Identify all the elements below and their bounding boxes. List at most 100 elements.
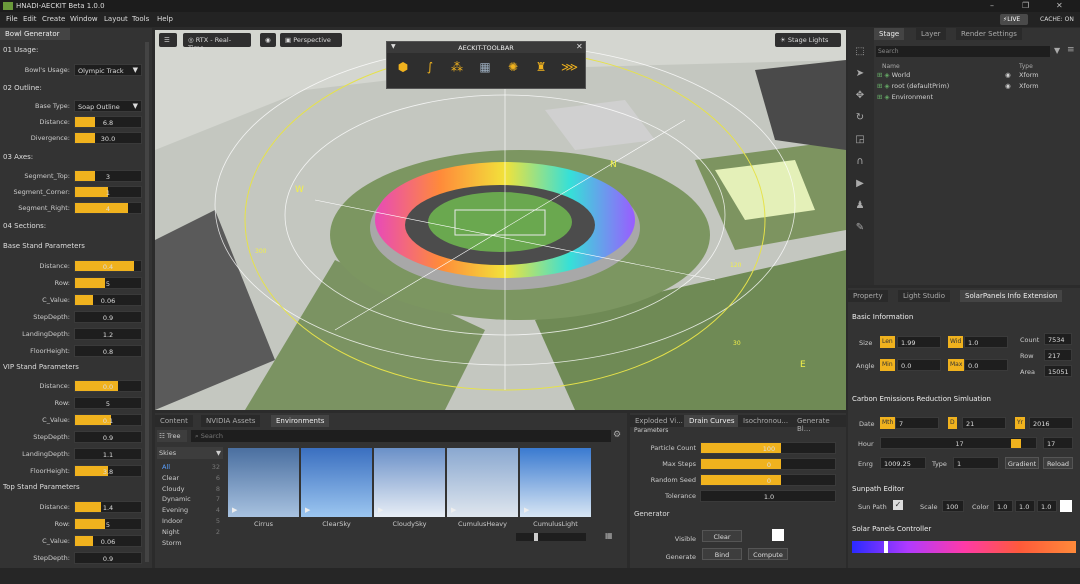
bowl-tool-icon[interactable]: ⬢ (395, 60, 411, 76)
tab-solar-panels-info[interactable]: SolarPanels Info Extension (960, 290, 1063, 302)
param-slider[interactable]: 0.9 (74, 311, 142, 323)
param-slider[interactable]: 3.8 (74, 465, 142, 477)
day-field[interactable]: 21 (962, 417, 1006, 429)
rtx-button[interactable]: ◎ RTX - Real-Time (183, 33, 251, 52)
sky-thumbnail[interactable]: ▶ CumulusLight (520, 448, 591, 528)
param-slider[interactable]: 30.0 (74, 132, 142, 144)
solar-panel-tool-icon[interactable]: ⋙ (561, 60, 578, 76)
reload-button[interactable]: Reload (1043, 457, 1073, 469)
eye-icon[interactable]: ◉ (260, 33, 276, 47)
clear-button[interactable]: Clear (702, 530, 742, 542)
drain-param-slider[interactable]: 0 (700, 458, 836, 470)
param-slider[interactable]: 1.1 (74, 448, 142, 460)
type-field[interactable]: 1 (953, 457, 999, 469)
sun-path-checkbox[interactable]: ✓ (893, 500, 903, 510)
param-slider[interactable]: 0.0 (74, 380, 142, 392)
gradient-button[interactable]: Gradient (1005, 457, 1039, 469)
menu-create[interactable]: Create (42, 15, 65, 23)
snap-icon[interactable]: ∩ (853, 156, 867, 170)
menu-help[interactable]: Help (157, 15, 173, 23)
visibility-icon[interactable]: ◉ (1005, 71, 1011, 79)
param-slider[interactable]: 1.2 (74, 328, 142, 340)
paint-icon[interactable]: ✎ (853, 222, 867, 236)
tab-light-studio[interactable]: Light Studio (898, 290, 950, 302)
param-slider[interactable]: 0.06 (74, 294, 142, 306)
hour-field[interactable]: 17 (1043, 437, 1073, 449)
energy-field[interactable]: 1009.25 (880, 457, 926, 469)
param-slider[interactable]: 5 (74, 518, 142, 530)
solar-gradient-bar[interactable] (852, 541, 1076, 553)
sky-category-item[interactable]: All 32 (162, 463, 220, 471)
drain-param-slider[interactable]: 100 (700, 442, 836, 454)
tab-layer[interactable]: Layer (916, 28, 946, 40)
move-icon[interactable]: ✥ (853, 90, 867, 104)
param-slider[interactable]: 5 (74, 277, 142, 289)
drain-param-slider[interactable]: 0 (700, 474, 836, 486)
scale-field[interactable]: 100 (942, 500, 964, 512)
minimize-icon[interactable]: – (990, 1, 994, 10)
collapse-icon[interactable]: ▼ (391, 43, 396, 50)
color-swatch[interactable] (1060, 500, 1072, 512)
param-slider[interactable]: 3 (74, 170, 142, 182)
stage-row[interactable]: ⊞ ◈ World ◉ Xform (877, 71, 1077, 81)
tab-drain-curves[interactable]: Drain Curves (684, 415, 740, 427)
restore-icon[interactable]: ❐ (1022, 1, 1029, 10)
grid-view-icon[interactable]: ▦ (605, 531, 613, 540)
menu-tools[interactable]: Tools (132, 15, 149, 23)
content-search-input[interactable]: ⌕ Search (191, 430, 611, 442)
slider-handle[interactable] (534, 533, 538, 541)
sky-category-item[interactable]: Clear 6 (162, 474, 220, 482)
settings-icon[interactable]: ☰ (159, 33, 177, 47)
scale-icon[interactable]: ◲ (853, 134, 867, 148)
close-icon[interactable]: ✕ (1056, 1, 1063, 10)
param-slider[interactable]: 0.9 (74, 552, 142, 564)
param-slider[interactable]: 0.8 (74, 345, 142, 357)
tab-stage[interactable]: Stage (874, 28, 905, 40)
sky-thumbnail[interactable]: ▶ Cirrus (228, 448, 299, 528)
live-button[interactable]: ⚡LIVE (1000, 14, 1028, 25)
camera-button[interactable]: ▣ Perspective (280, 33, 342, 47)
play-icon[interactable]: ▶ (853, 178, 867, 192)
param-slider[interactable]: 6.8 (74, 116, 142, 128)
wid-field[interactable]: 1.0 (964, 336, 1008, 348)
tab-nvidia-assets[interactable]: NVIDIA Assets (201, 415, 261, 427)
sky-category-item[interactable]: Indoor 5 (162, 517, 220, 525)
color-g-field[interactable]: 1.0 (1015, 500, 1035, 512)
tab-property[interactable]: Property (848, 290, 888, 302)
tab-render-settings[interactable]: Render Settings (956, 28, 1022, 40)
tree-toggle[interactable]: ☷ Tree (157, 430, 187, 442)
menu-edit[interactable]: Edit (23, 15, 37, 23)
tab-environments[interactable]: Environments (271, 415, 330, 427)
sun-tool-icon[interactable]: ✺ (505, 60, 521, 76)
param-slider[interactable]: 0.06 (74, 535, 142, 547)
bind-button[interactable]: Bind (702, 548, 742, 560)
tab-content[interactable]: Content (155, 415, 193, 427)
menu-window[interactable]: Window (70, 15, 98, 23)
tab-exploded-view[interactable]: Exploded Vi... (630, 415, 688, 427)
visible-checkbox[interactable] (772, 529, 784, 541)
stage-row[interactable]: ⊞ ◈ root (defaultPrim) ◉ Xform (877, 82, 1077, 92)
color-b-field[interactable]: 1.0 (1037, 500, 1057, 512)
sky-category-item[interactable]: Dynamic 7 (162, 495, 220, 503)
building-tool-icon[interactable]: ♜ (533, 60, 549, 76)
sky-category-item[interactable]: Night 2 (162, 528, 220, 536)
sky-category-item[interactable]: Cloudy 8 (162, 485, 220, 493)
pointer-icon[interactable]: ➤ (853, 68, 867, 82)
tab-generate-blocks[interactable]: Generate Bl... (792, 415, 846, 433)
compute-button[interactable]: Compute (748, 548, 788, 560)
menu-icon[interactable]: ≡ (1067, 45, 1075, 55)
filter-icon[interactable]: ▼ (1054, 46, 1060, 55)
menu-file[interactable]: File (6, 15, 18, 23)
curve-tool-icon[interactable]: ∫ (422, 60, 438, 76)
hour-slider[interactable]: 17 (880, 437, 1037, 449)
drain-param-slider[interactable]: 1.0 (700, 490, 836, 502)
tab-bowl-generator[interactable]: Bowl Generator (0, 28, 70, 40)
visibility-icon[interactable]: ◉ (1005, 82, 1011, 90)
usage-dropdown[interactable]: Olympic Track ▼ (74, 64, 142, 76)
sky-thumbnail[interactable]: ▶ CloudySky (374, 448, 445, 528)
min-field[interactable]: 0.0 (897, 359, 941, 371)
month-field[interactable]: 7 (895, 417, 939, 429)
year-field[interactable]: 2016 (1029, 417, 1073, 429)
param-slider[interactable]: 0.9 (74, 431, 142, 443)
color-r-field[interactable]: 1.0 (993, 500, 1013, 512)
